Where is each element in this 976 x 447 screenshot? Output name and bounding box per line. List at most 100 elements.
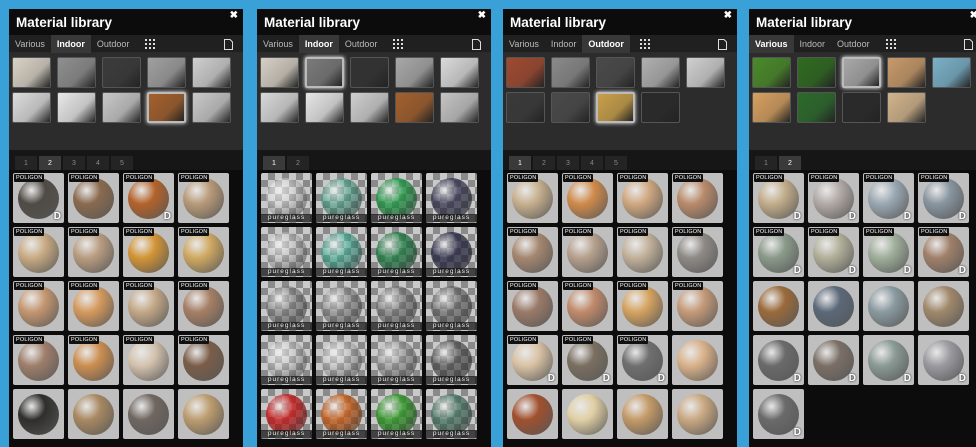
material-tile[interactable]: pureglass — [316, 173, 367, 223]
material-tile[interactable]: D — [918, 335, 969, 385]
material-tile[interactable]: pureglass — [371, 335, 422, 385]
material-tile[interactable]: POLIGON — [672, 281, 723, 331]
tab-indoor[interactable]: Indoor — [298, 35, 339, 53]
page-tab[interactable]: 2 — [287, 156, 309, 170]
material-tile[interactable]: POLIGON — [13, 227, 64, 277]
category-thumbnail[interactable] — [12, 92, 51, 123]
category-thumbnail[interactable] — [260, 57, 299, 88]
material-tile[interactable] — [753, 281, 804, 331]
page-tab[interactable]: 1 — [15, 156, 37, 170]
category-thumbnail[interactable] — [887, 92, 926, 123]
category-thumbnail[interactable] — [102, 92, 141, 123]
category-thumbnail[interactable] — [350, 92, 389, 123]
category-thumbnail[interactable] — [752, 92, 791, 123]
material-tile[interactable]: POLIGON D — [918, 173, 969, 223]
material-tile[interactable]: POLIGON D — [617, 335, 668, 385]
material-tile[interactable]: POLIGON — [13, 281, 64, 331]
category-thumbnail[interactable] — [305, 92, 344, 123]
category-thumbnail[interactable] — [57, 92, 96, 123]
category-thumbnail[interactable] — [192, 92, 231, 123]
page-tab[interactable]: 1 — [509, 156, 531, 170]
material-tile[interactable]: POLIGON D — [753, 173, 804, 223]
category-thumbnail[interactable] — [260, 92, 299, 123]
material-tile[interactable]: POLIGON D — [562, 335, 613, 385]
category-thumbnail[interactable] — [57, 57, 96, 88]
tab-outdoor[interactable]: Outdoor — [831, 35, 876, 53]
category-thumbnail[interactable] — [440, 57, 479, 88]
category-thumbnail[interactable] — [305, 57, 344, 88]
category-thumbnail[interactable] — [596, 57, 635, 88]
material-tile[interactable]: pureglass — [316, 335, 367, 385]
page-tab[interactable]: 1 — [755, 156, 777, 170]
close-icon[interactable]: ✖ — [230, 11, 238, 21]
material-tile[interactable] — [918, 281, 969, 331]
material-tile[interactable]: POLIGON D — [507, 335, 558, 385]
category-thumbnail[interactable] — [192, 57, 231, 88]
tab-outdoor[interactable]: Outdoor — [91, 35, 136, 53]
category-thumbnail[interactable] — [350, 57, 389, 88]
category-thumbnail[interactable] — [147, 57, 186, 88]
close-icon[interactable]: ✖ — [724, 11, 732, 21]
tab-various[interactable]: Various — [9, 35, 51, 53]
material-tile[interactable]: pureglass — [426, 281, 477, 331]
category-thumbnail[interactable] — [842, 57, 881, 88]
material-tile[interactable]: POLIGON — [562, 227, 613, 277]
material-tile[interactable]: pureglass — [371, 281, 422, 331]
material-tile[interactable] — [808, 281, 859, 331]
material-tile[interactable]: pureglass — [316, 227, 367, 277]
close-icon[interactable]: ✖ — [478, 11, 486, 21]
material-tile[interactable]: pureglass — [426, 173, 477, 223]
category-thumbnail[interactable] — [797, 92, 836, 123]
grid-icon[interactable] — [135, 35, 165, 53]
category-thumbnail[interactable] — [102, 57, 141, 88]
material-tile[interactable]: POLIGON — [562, 173, 613, 223]
tab-indoor[interactable]: Indoor — [794, 35, 832, 53]
document-icon[interactable] — [707, 35, 737, 53]
page-tab[interactable]: 2 — [39, 156, 61, 170]
material-tile[interactable]: POLIGON — [68, 281, 119, 331]
material-tile[interactable]: POLIGON D — [753, 227, 804, 277]
material-tile[interactable]: pureglass — [261, 389, 312, 439]
category-thumbnail[interactable] — [551, 92, 590, 123]
category-thumbnail[interactable] — [506, 92, 545, 123]
material-tile[interactable]: POLIGON — [68, 173, 119, 223]
tab-various[interactable]: Various — [503, 35, 545, 53]
grid-icon[interactable] — [630, 35, 660, 53]
material-tile[interactable]: POLIGON — [178, 173, 229, 223]
material-tile[interactable]: POLIGON D — [123, 173, 174, 223]
material-tile[interactable]: POLIGON D — [13, 173, 64, 223]
tab-indoor[interactable]: Indoor — [545, 35, 583, 53]
material-tile[interactable]: POLIGON — [507, 227, 558, 277]
material-tile[interactable]: pureglass — [261, 227, 312, 277]
material-tile[interactable] — [13, 389, 64, 439]
material-tile[interactable]: pureglass — [426, 227, 477, 277]
material-tile[interactable]: POLIGON — [672, 173, 723, 223]
material-tile[interactable] — [123, 389, 174, 439]
material-tile[interactable]: POLIGON — [617, 173, 668, 223]
material-tile[interactable]: POLIGON — [178, 335, 229, 385]
material-tile[interactable] — [507, 389, 558, 439]
material-tile[interactable]: POLIGON — [123, 335, 174, 385]
material-tile[interactable]: pureglass — [316, 281, 367, 331]
grid-icon[interactable] — [876, 35, 906, 53]
material-tile[interactable]: POLIGON — [178, 281, 229, 331]
page-tab[interactable]: 3 — [63, 156, 85, 170]
material-tile[interactable]: POLIGON D — [863, 173, 914, 223]
category-thumbnail[interactable] — [842, 92, 881, 123]
category-thumbnail[interactable] — [887, 57, 926, 88]
material-tile[interactable] — [68, 389, 119, 439]
material-tile[interactable] — [672, 335, 723, 385]
page-tab[interactable]: 3 — [557, 156, 579, 170]
material-tile[interactable] — [562, 389, 613, 439]
material-tile[interactable]: pureglass — [426, 335, 477, 385]
material-tile[interactable]: pureglass — [371, 173, 422, 223]
material-tile[interactable]: POLIGON D — [918, 227, 969, 277]
page-tab[interactable]: 5 — [605, 156, 627, 170]
material-tile[interactable] — [672, 389, 723, 439]
material-tile[interactable]: POLIGON — [123, 281, 174, 331]
material-tile[interactable]: D — [753, 389, 804, 439]
category-thumbnail[interactable] — [440, 92, 479, 123]
material-tile[interactable]: POLIGON — [13, 335, 64, 385]
material-tile[interactable]: pureglass — [261, 173, 312, 223]
document-icon[interactable] — [953, 35, 976, 53]
